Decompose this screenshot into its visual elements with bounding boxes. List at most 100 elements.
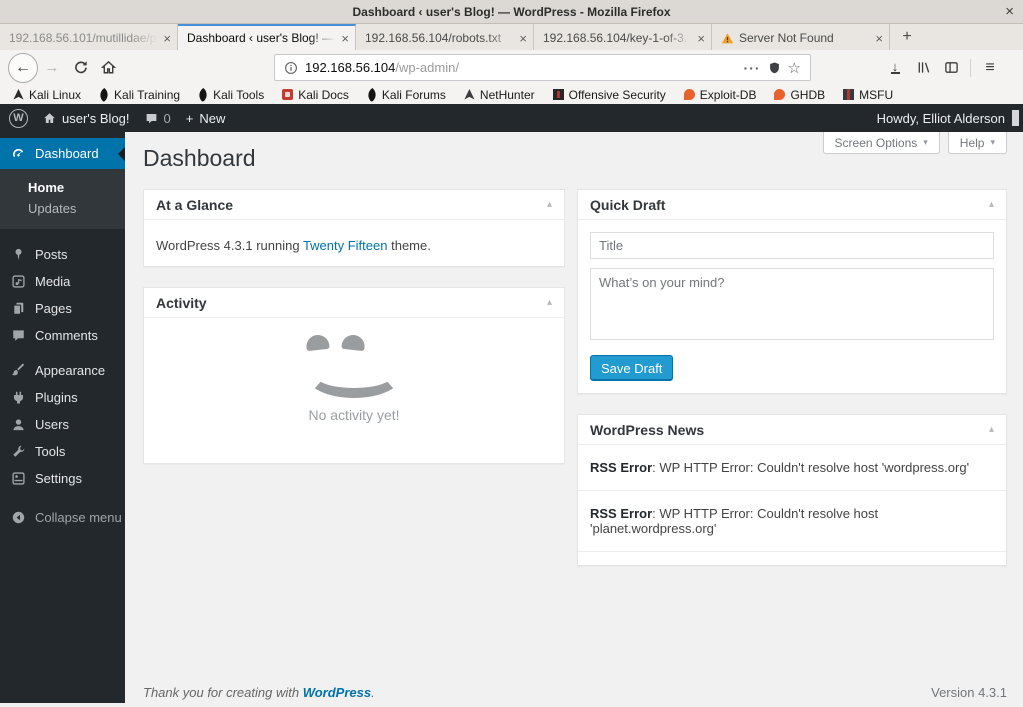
avatar[interactable]: [1012, 110, 1019, 126]
reload-button[interactable]: [66, 54, 94, 82]
bookmark-kali-linux[interactable]: Kali Linux: [13, 88, 81, 102]
dashboard-content: Dashboard Screen Options ▾ Help ▾ At a G…: [125, 132, 1023, 707]
plus-icon: +: [185, 110, 194, 126]
bookmark-kali-docs[interactable]: Kali Docs: [282, 88, 349, 102]
bookmark-kali-training[interactable]: Kali Training: [96, 87, 180, 102]
sidebar-item-tools[interactable]: Tools: [0, 438, 125, 465]
kali-docs-icon: [282, 89, 294, 100]
bookmark-exploit-db[interactable]: Exploit-DB: [683, 88, 756, 102]
pin-icon: [9, 247, 27, 262]
screen-options-button[interactable]: Screen Options ▾: [822, 132, 940, 154]
wp-logo-menu[interactable]: W: [9, 108, 28, 128]
bookmark-star-icon[interactable]: ☆: [788, 59, 801, 77]
bookmark-ghdb[interactable]: GHDB: [774, 88, 825, 102]
chevron-down-icon: ▾: [990, 137, 995, 147]
sidebar-item-settings[interactable]: Settings: [0, 465, 125, 492]
collapse-toggle-button[interactable]: ▴: [547, 199, 552, 210]
widget-header[interactable]: Quick Draft ▴: [578, 190, 1006, 220]
tracking-shield-icon[interactable]: [768, 61, 781, 75]
sidebar-item-dashboard[interactable]: Dashboard: [0, 138, 125, 169]
bookmarks-bar: Kali Linux Kali Training Kali Tools Kali…: [0, 85, 1023, 104]
tab-close-icon[interactable]: ×: [158, 32, 171, 45]
forward-button[interactable]: →: [38, 54, 66, 82]
sidebar-item-media[interactable]: Media: [0, 268, 125, 295]
widget-wordpress-news: WordPress News ▴ RSS Error: WP HTTP Erro…: [577, 414, 1007, 566]
widget-activity: Activity ▴ No activity yet!: [143, 287, 565, 464]
tab-server-not-found[interactable]: Server Not Found ×: [712, 24, 890, 50]
comments-menu[interactable]: 0: [145, 111, 171, 126]
home-button[interactable]: [94, 54, 122, 82]
kali-forums-icon: [364, 87, 379, 102]
back-button[interactable]: ←: [8, 52, 38, 83]
sidebar-toggle-button[interactable]: [937, 54, 965, 82]
tab-bar: 192.168.56.101/mutillidae/p × Dashboard …: [0, 24, 1023, 50]
collapse-toggle-button[interactable]: ▴: [547, 297, 552, 308]
sidebar-item-users[interactable]: Users: [0, 411, 125, 438]
page-actions-icon[interactable]: ···: [744, 60, 761, 76]
my-account-menu[interactable]: Howdy, Elliot Alderson: [877, 111, 1005, 126]
sidebar-item-appearance[interactable]: Appearance: [0, 357, 125, 384]
bookmark-msfu[interactable]: MSFU: [843, 88, 893, 102]
url-path: /wp-admin/: [395, 60, 459, 75]
sidebar-item-updates[interactable]: Updates: [0, 198, 125, 219]
settings-icon: [9, 471, 27, 486]
comment-bubble-icon: [145, 112, 158, 125]
widget-at-a-glance: At a Glance ▴ WordPress 4.3.1 running Tw…: [143, 189, 565, 267]
tab-robots-txt[interactable]: 192.168.56.104/robots.txt ×: [356, 24, 534, 50]
wp-admin-sidebar: Dashboard Home Updates Posts Media Pages: [0, 132, 125, 703]
help-button[interactable]: Help ▾: [947, 132, 1007, 154]
version-label: Version 4.3.1: [931, 685, 1007, 700]
widget-header[interactable]: At a Glance ▴: [144, 190, 564, 220]
sidebar-item-plugins[interactable]: Plugins: [0, 384, 125, 411]
new-content-menu[interactable]: + New: [186, 111, 226, 126]
wordpress-link[interactable]: WordPress: [303, 685, 371, 700]
bookmark-kali-tools[interactable]: Kali Tools: [196, 87, 264, 102]
bookmark-nethunter[interactable]: NetHunter: [464, 88, 535, 102]
tab-dashboard[interactable]: Dashboard ‹ user's Blog! — ×: [178, 24, 356, 50]
paintbrush-icon: [9, 363, 27, 378]
library-button[interactable]: [909, 54, 937, 82]
tab-mutillidae[interactable]: 192.168.56.101/mutillidae/p ×: [0, 24, 178, 50]
toolbar-divider: [970, 58, 971, 77]
collapse-menu-button[interactable]: Collapse menu: [0, 504, 125, 531]
sidebar-item-home[interactable]: Home: [0, 177, 125, 198]
site-name-menu[interactable]: user's Blog!: [43, 111, 130, 126]
draft-content-textarea[interactable]: [590, 268, 994, 340]
download-icon: ↓: [890, 59, 900, 74]
window-close-button[interactable]: ×: [1005, 3, 1014, 18]
footer-thanks: Thank you for creating with WordPress.: [143, 685, 375, 700]
downloads-button[interactable]: ↓: [881, 54, 909, 82]
draft-title-input[interactable]: [590, 232, 994, 259]
bookmark-offensive-security[interactable]: Offensive Security: [552, 88, 666, 102]
url-input[interactable]: 192.168.56.104/wp-admin/: [305, 60, 737, 75]
collapse-toggle-button[interactable]: ▴: [989, 424, 994, 435]
window-title: Dashboard ‹ user's Blog! — WordPress - M…: [352, 4, 671, 19]
url-bar[interactable]: 192.168.56.104/wp-admin/ ··· ☆: [274, 54, 811, 81]
widget-header[interactable]: Activity ▴: [144, 288, 564, 318]
new-tab-button[interactable]: +: [890, 24, 924, 50]
tab-close-icon[interactable]: ×: [514, 32, 527, 45]
sidebar-item-comments[interactable]: Comments: [0, 322, 125, 349]
save-draft-button[interactable]: Save Draft: [590, 355, 674, 381]
msfu-icon: [843, 89, 855, 100]
rss-error-row: RSS Error: WP HTTP Error: Couldn't resol…: [578, 491, 1006, 552]
kali-linux-icon: [13, 89, 24, 100]
sidebar-item-posts[interactable]: Posts: [0, 241, 125, 268]
dashboard-submenu: Home Updates: [0, 169, 125, 229]
tab-close-icon[interactable]: ×: [870, 32, 883, 45]
navigation-toolbar: ← → 192.168.56.104/wp-admin/ ··· ☆ ↓ ≡: [0, 50, 1023, 85]
page-info-icon[interactable]: [284, 61, 298, 75]
app-menu-button[interactable]: ≡: [976, 54, 1004, 82]
collapse-toggle-button[interactable]: ▴: [989, 199, 994, 210]
window-titlebar: Dashboard ‹ user's Blog! — WordPress - M…: [0, 0, 1023, 24]
bookmark-kali-forums[interactable]: Kali Forums: [364, 87, 446, 102]
theme-link[interactable]: Twenty Fifteen: [303, 238, 388, 253]
media-icon: [9, 274, 27, 289]
smiley-icon: [305, 333, 402, 398]
dashboard-icon: [9, 146, 27, 161]
tab-close-icon[interactable]: ×: [692, 32, 705, 45]
tab-close-icon[interactable]: ×: [336, 32, 349, 45]
tab-key-file[interactable]: 192.168.56.104/key-1-of-3. ×: [534, 24, 712, 50]
widget-header[interactable]: WordPress News ▴: [578, 415, 1006, 445]
sidebar-item-pages[interactable]: Pages: [0, 295, 125, 322]
